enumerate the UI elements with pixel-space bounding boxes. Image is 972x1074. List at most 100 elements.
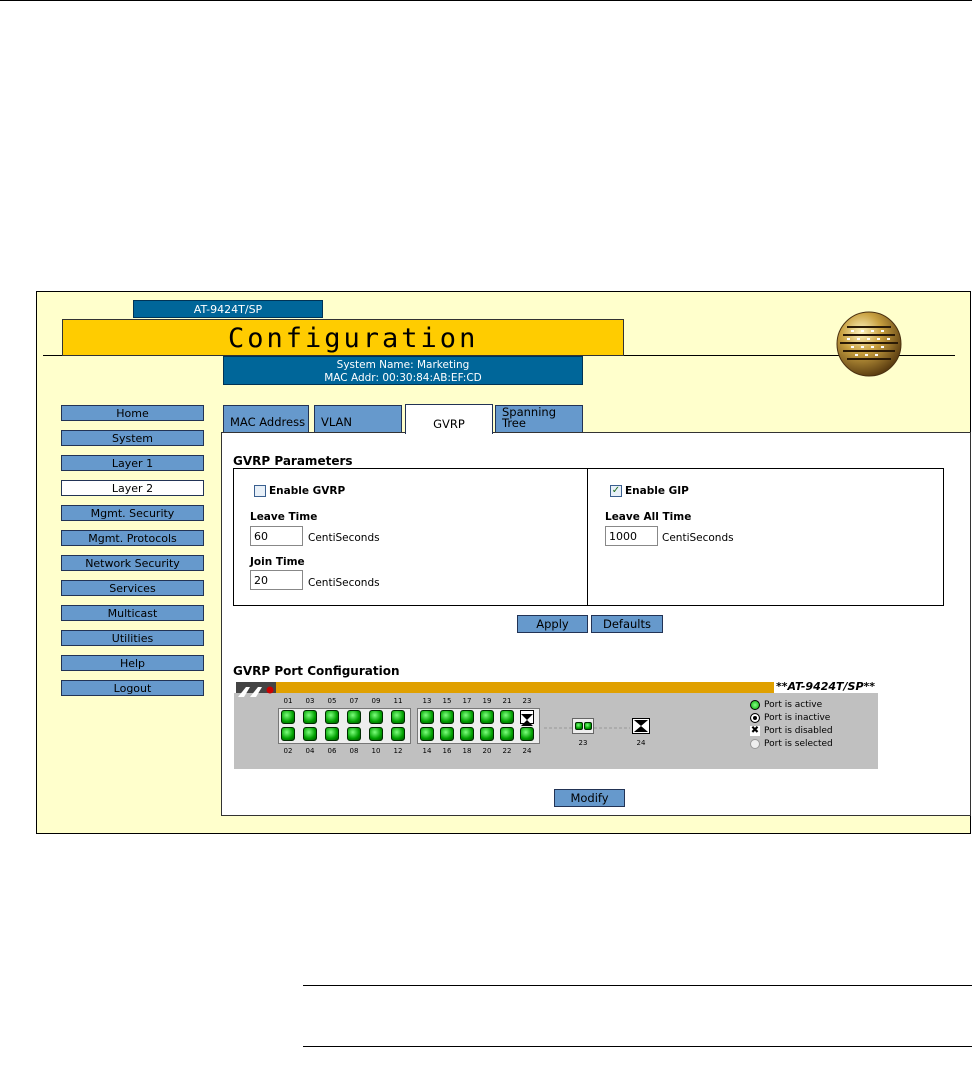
sfp-port-23[interactable] — [572, 718, 594, 734]
port-07[interactable] — [347, 710, 361, 724]
port-04[interactable] — [303, 727, 317, 741]
port-01[interactable] — [281, 710, 295, 724]
port-10[interactable] — [369, 727, 383, 741]
tab-label[interactable]: Tree — [502, 417, 582, 429]
leave-all-time-unit: CentiSeconds — [662, 532, 734, 544]
checkbox-unchecked-icon[interactable] — [254, 485, 266, 497]
sidebar-item-multicast[interactable]: Multicast — [61, 605, 204, 621]
sidebar-item-system[interactable]: System — [61, 430, 204, 446]
port-18[interactable] — [460, 727, 474, 741]
leave-time-input[interactable] — [250, 526, 303, 546]
apply-button[interactable]: Apply — [517, 615, 588, 633]
port-label-18: 18 — [462, 747, 472, 755]
port-14[interactable] — [420, 727, 434, 741]
legend-label: Port is active — [764, 699, 823, 710]
checkbox-checked-icon[interactable]: ✓ — [610, 485, 622, 497]
enable-gvrp-checkbox[interactable]: Enable GVRP — [254, 485, 345, 497]
sidebar-item-label[interactable]: System — [61, 430, 204, 446]
port-label-07: 07 — [349, 697, 359, 705]
sidebar-item-mgmt-security[interactable]: Mgmt. Security — [61, 505, 204, 521]
sidebar-item-layer-2[interactable]: Layer 2 — [61, 480, 204, 496]
sidebar-item-network-security[interactable]: Network Security — [61, 555, 204, 571]
port-06[interactable] — [325, 727, 339, 741]
sidebar-item-label[interactable]: Layer 1 — [61, 455, 204, 471]
port-22[interactable] — [500, 727, 514, 741]
port-label-08: 08 — [349, 747, 359, 755]
tab-mac-address[interactable]: MAC Address — [223, 405, 309, 433]
tab-label[interactable]: VLAN — [321, 415, 352, 429]
model-tab: AT-9424T/SP — [133, 300, 323, 318]
legend-disabled: ✖ Port is disabled — [750, 724, 833, 737]
tab-label[interactable]: MAC Address — [230, 415, 305, 429]
tab-vlan[interactable]: VLAN — [314, 405, 402, 433]
sidebar-item-services[interactable]: Services — [61, 580, 204, 596]
sfp-23-led-icon — [583, 722, 592, 730]
port-15[interactable] — [440, 710, 454, 724]
mac-address: MAC Addr: 00:30:84:AB:EF:CD — [324, 372, 482, 384]
port-label-22: 22 — [502, 747, 512, 755]
title-banner: Configuration — [62, 319, 624, 356]
join-time-label: Join Time — [250, 556, 305, 568]
sidebar-item-logout[interactable]: Logout — [61, 680, 204, 696]
port-label-16: 16 — [442, 747, 452, 755]
port-20[interactable] — [480, 727, 494, 741]
port-12[interactable] — [391, 727, 405, 741]
params-divider — [587, 469, 588, 605]
sidebar-item-label[interactable]: Multicast — [61, 605, 204, 621]
sidebar-item-label[interactable]: Logout — [61, 680, 204, 696]
switch-port-panel: **AT-9424T/SP** 23 24 Port is active Por… — [234, 680, 878, 769]
sidebar-item-help[interactable]: Help — [61, 655, 204, 671]
legend-label: Port is disabled — [764, 725, 833, 736]
leave-time-unit: CentiSeconds — [308, 532, 380, 544]
sidebar-item-label[interactable]: Home — [61, 405, 204, 421]
port-label-20: 20 — [482, 747, 492, 755]
tab-gvrp[interactable]: GVRP — [405, 404, 493, 434]
port-label-14: 14 — [422, 747, 432, 755]
sidebar-item-label[interactable]: Services — [61, 580, 204, 596]
sidebar-item-label[interactable]: Network Security — [61, 555, 204, 571]
system-info-box: System Name: Marketing MAC Addr: 00:30:8… — [223, 356, 583, 385]
port-13[interactable] — [420, 710, 434, 724]
enable-gip-checkbox[interactable]: ✓ Enable GIP — [610, 485, 689, 497]
port-selected-icon — [750, 738, 760, 749]
port-21[interactable] — [500, 710, 514, 724]
sidebar-item-layer-1[interactable]: Layer 1 — [61, 455, 204, 471]
port-legend: Port is active Port is inactive ✖ Port is… — [750, 698, 833, 750]
sidebar-item-mgmt-protocols[interactable]: Mgmt. Protocols — [61, 530, 204, 546]
sidebar-item-label[interactable]: Layer 2 — [61, 480, 204, 496]
port-11[interactable] — [391, 710, 405, 724]
port-17[interactable] — [460, 710, 474, 724]
port-label-24: 24 — [522, 747, 532, 755]
port-label-12: 12 — [393, 747, 403, 755]
sidebar-item-label[interactable]: Help — [61, 655, 204, 671]
port-23-disabled[interactable] — [520, 710, 534, 726]
modify-button[interactable]: Modify — [554, 789, 625, 807]
tab-spanning-tree[interactable]: Spanning Tree — [495, 405, 583, 433]
port-19[interactable] — [480, 710, 494, 724]
sidebar-item-label[interactable]: Mgmt. Security — [61, 505, 204, 521]
port-label-04: 04 — [305, 747, 315, 755]
defaults-button[interactable]: Defaults — [591, 615, 663, 633]
port-24[interactable] — [520, 727, 534, 741]
sidebar-item-label[interactable]: Mgmt. Protocols — [61, 530, 204, 546]
leave-all-time-input[interactable] — [605, 526, 658, 546]
port-02[interactable] — [281, 727, 295, 741]
port-09[interactable] — [369, 710, 383, 724]
page-rule-bottom — [303, 1046, 972, 1047]
join-time-input[interactable] — [250, 570, 303, 590]
sidebar-item-utilities[interactable]: Utilities — [61, 630, 204, 646]
sidebar-item-home[interactable]: Home — [61, 405, 204, 421]
top-rule — [0, 0, 972, 1]
port-08[interactable] — [347, 727, 361, 741]
sidebar-item-label[interactable]: Utilities — [61, 630, 204, 646]
leave-all-time-label: Leave All Time — [605, 511, 692, 523]
port-05[interactable] — [325, 710, 339, 724]
sfp-port-24[interactable] — [632, 718, 650, 734]
sfp-24-label: 24 — [636, 739, 646, 747]
port-16[interactable] — [440, 727, 454, 741]
port-active-icon — [750, 699, 760, 710]
port-disabled-icon — [634, 720, 648, 732]
port-label-10: 10 — [371, 747, 381, 755]
port-03[interactable] — [303, 710, 317, 724]
tab-label[interactable]: GVRP — [433, 417, 465, 431]
